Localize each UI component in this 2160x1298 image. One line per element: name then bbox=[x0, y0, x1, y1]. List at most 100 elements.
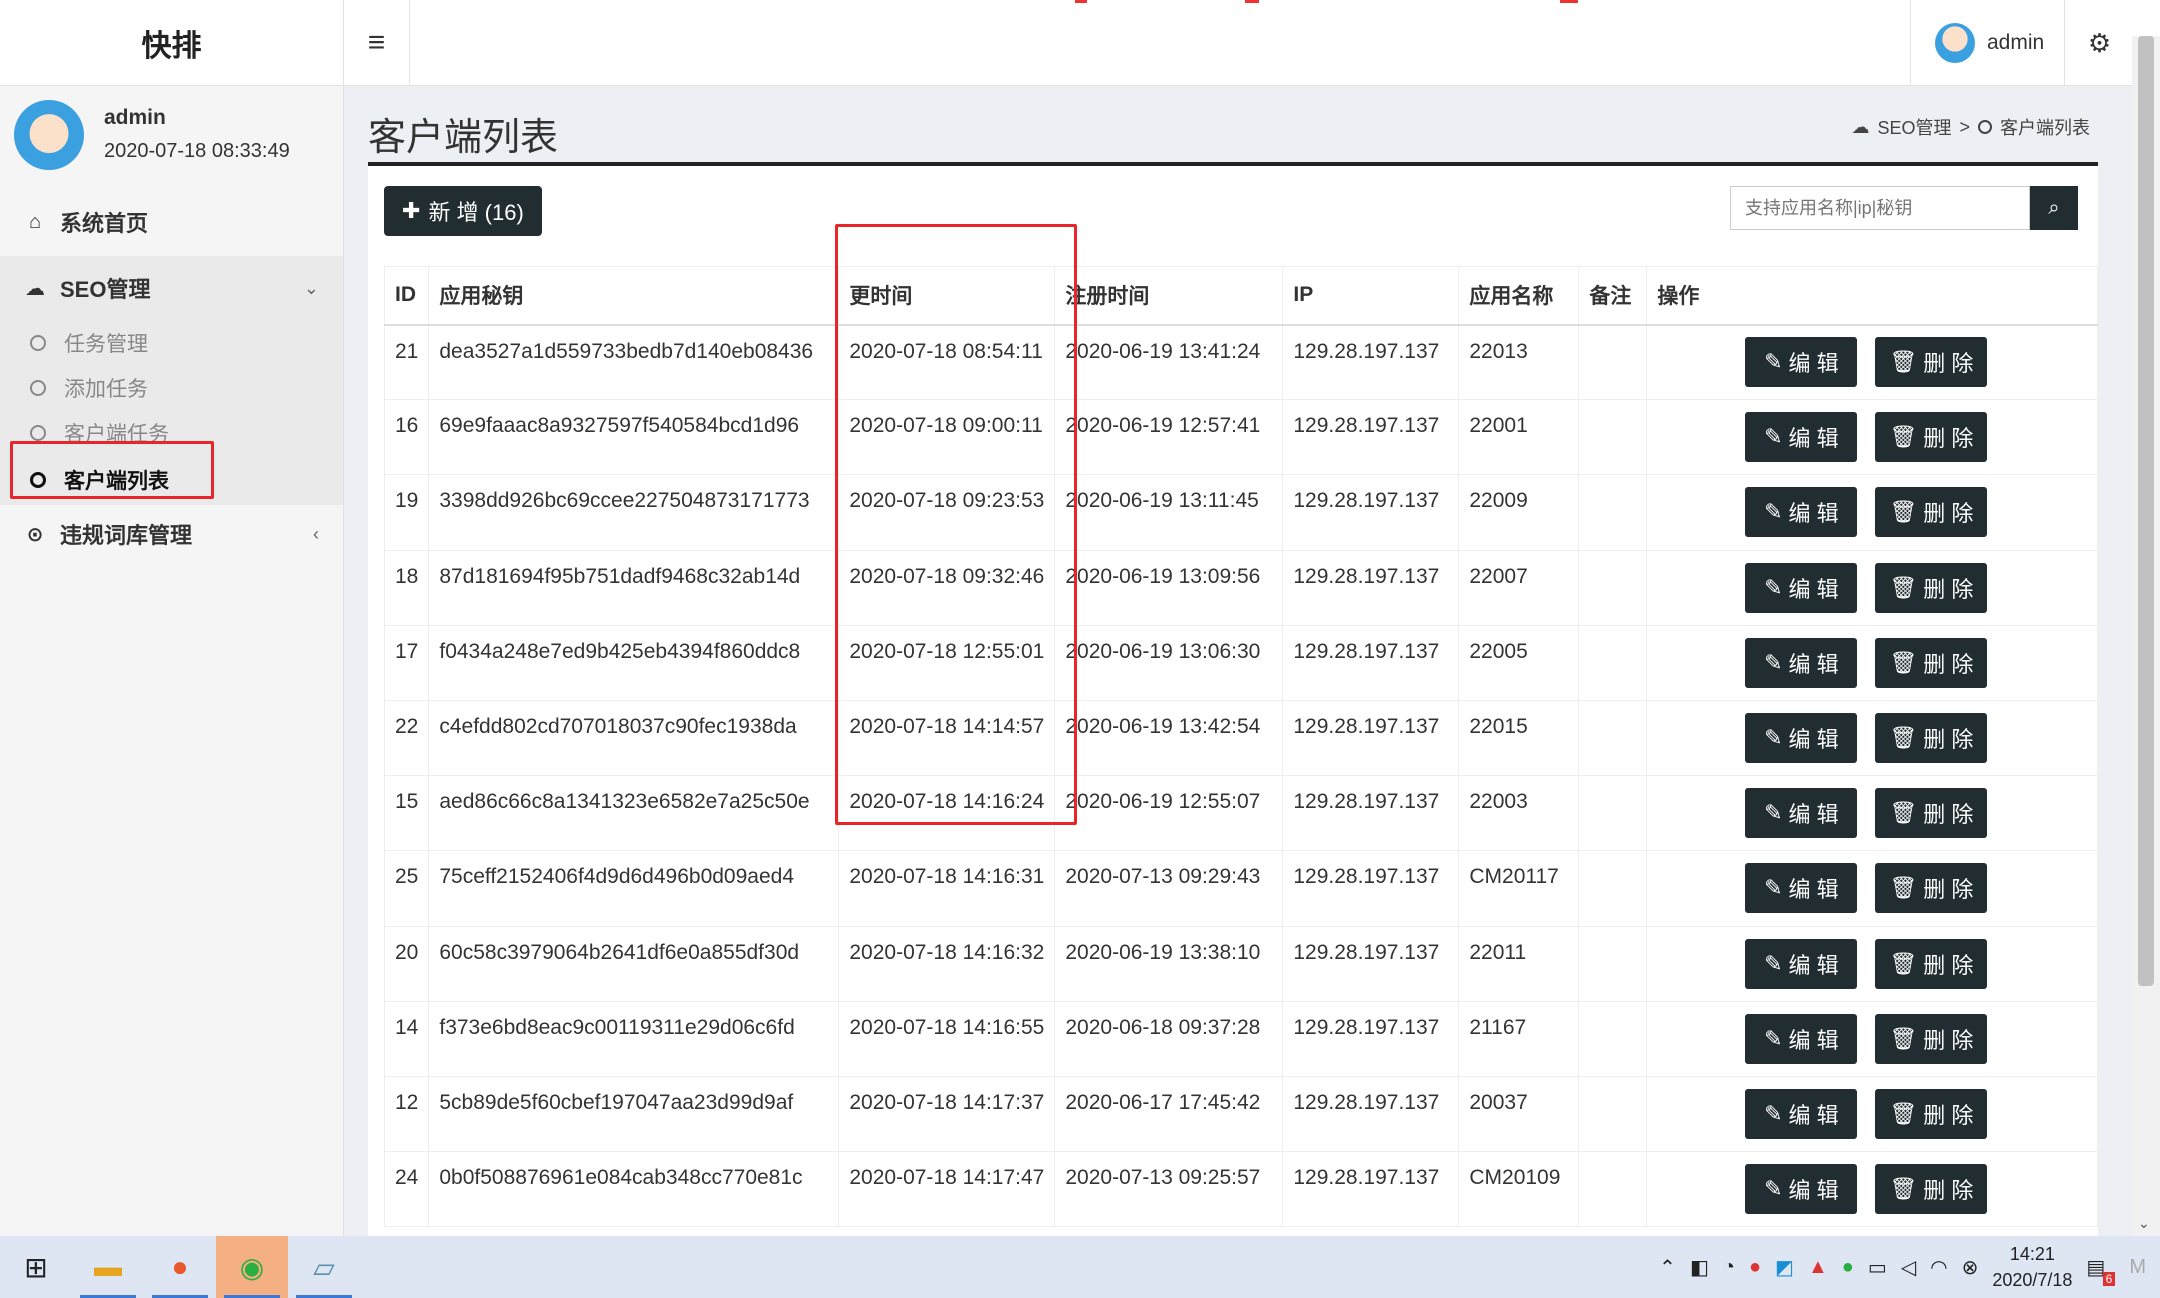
actions-wrap: ✎ 编 辑 🗑 删 除 bbox=[1657, 863, 2087, 914]
edit-button[interactable]: ✎ 编 辑 bbox=[1745, 1088, 1858, 1139]
avatar bbox=[14, 100, 84, 170]
trash-icon: 🗑 bbox=[1889, 875, 1918, 901]
app-logo[interactable]: 快排 bbox=[0, 0, 344, 86]
cell-actions: ✎ 编 辑 🗑 删 除 bbox=[1646, 474, 2098, 551]
qq-icon[interactable]: ● bbox=[1749, 1256, 1761, 1279]
cell-app-name: 22009 bbox=[1458, 474, 1580, 551]
edit-button[interactable]: ✎ 编 辑 bbox=[1745, 1013, 1858, 1064]
wechat-icon[interactable]: ◉ bbox=[216, 1236, 288, 1298]
edit-button-label: 编 辑 bbox=[1788, 426, 1839, 452]
trash-icon: 🗑 bbox=[1889, 800, 1918, 826]
sidebar-toggle-button[interactable]: ≡ bbox=[344, 0, 410, 86]
delete-button[interactable]: 🗑 删 除 bbox=[1875, 487, 1988, 538]
scroll-down-icon[interactable]: ⌄ bbox=[2138, 1215, 2150, 1232]
edit-button[interactable]: ✎ 编 辑 bbox=[1745, 637, 1858, 688]
bell-icon[interactable]: ◔ bbox=[1723, 1256, 1735, 1279]
edit-button[interactable]: ✎ 编 辑 bbox=[1745, 337, 1858, 388]
firefox-icon[interactable]: ● bbox=[144, 1236, 216, 1298]
search-button[interactable]: ⌕ bbox=[2030, 186, 2078, 230]
sync-icon[interactable]: ◩ bbox=[1775, 1255, 1794, 1280]
user-menu[interactable]: admin bbox=[1910, 0, 2064, 86]
battery-icon[interactable]: ▭ bbox=[1868, 1255, 1887, 1280]
delete-button[interactable]: 🗑 删 除 bbox=[1875, 713, 1988, 764]
notepad-icon[interactable]: ▱ bbox=[288, 1236, 360, 1298]
edit-button[interactable]: ✎ 编 辑 bbox=[1745, 412, 1858, 463]
delete-button-label: 删 除 bbox=[1923, 351, 1974, 377]
delete-button[interactable]: 🗑 删 除 bbox=[1875, 1164, 1988, 1215]
ime-icon[interactable]: M bbox=[2129, 1256, 2146, 1279]
delete-button[interactable]: 🗑 删 除 bbox=[1875, 1088, 1988, 1139]
clock[interactable]: 14:21 2020/7/18 bbox=[1992, 1241, 2072, 1293]
windows-start-icon[interactable]: ⊞ bbox=[0, 1236, 72, 1298]
cell-ip: 129.28.197.137 bbox=[1282, 699, 1460, 777]
file-explorer-icon[interactable]: ▬ bbox=[72, 1236, 144, 1298]
vertical-scrollbar[interactable]: ⌄ bbox=[2132, 36, 2160, 1236]
scrollbar-thumb[interactable] bbox=[2138, 36, 2154, 986]
edit-button-label: 编 辑 bbox=[1788, 802, 1839, 828]
trash-icon: 🗑 bbox=[1889, 950, 1918, 976]
breadcrumb-parent[interactable]: SEO管理 bbox=[1877, 114, 1951, 140]
delete-button[interactable]: 🗑 删 除 bbox=[1875, 562, 1988, 613]
delete-button[interactable]: 🗑 删 除 bbox=[1875, 788, 1988, 839]
edit-button[interactable]: ✎ 编 辑 bbox=[1745, 938, 1858, 989]
top-edge-mark bbox=[1560, 0, 1578, 3]
cell-remark bbox=[1578, 323, 1648, 401]
actions-wrap: ✎ 编 辑 🗑 删 除 bbox=[1657, 1088, 2087, 1139]
edit-button[interactable]: ✎ 编 辑 bbox=[1745, 788, 1858, 839]
sidebar-item-home[interactable]: ⌂ 系统首页 bbox=[0, 190, 343, 254]
cell-remark bbox=[1578, 699, 1648, 777]
cell-actions: ✎ 编 辑 🗑 删 除 bbox=[1646, 624, 2098, 701]
sidebar-subitem-add-task[interactable]: 添加任务 bbox=[0, 365, 343, 410]
content-box: ✚ 新 增 (16) ⌕ ID 应用秘钥 更时间 注册时间 IP 应用名称 备注… bbox=[368, 162, 2098, 1236]
edit-button[interactable]: ✎ 编 辑 bbox=[1745, 562, 1858, 613]
chevron-up-icon[interactable]: ⌃ bbox=[1659, 1255, 1676, 1280]
cell-register-time: 2020-06-19 13:11:45 bbox=[1054, 474, 1284, 551]
delete-button-label: 删 除 bbox=[1923, 501, 1974, 527]
edit-button[interactable]: ✎ 编 辑 bbox=[1745, 487, 1858, 538]
sidebar-item-seo[interactable]: ☁ SEO管理 ⌄ bbox=[0, 256, 343, 320]
settings-button[interactable]: ⚙ bbox=[2064, 0, 2134, 86]
cell-ip: 129.28.197.137 bbox=[1282, 1151, 1460, 1228]
breadcrumb-separator: > bbox=[1959, 116, 1970, 137]
table-row: 18 87d181694f95b751dadf9468c32ab14d 2020-0… bbox=[383, 549, 2098, 626]
cell-id: 18 bbox=[383, 549, 430, 626]
cell-app-key: 60c58c3979064b2641df6e0a855df30d bbox=[428, 925, 840, 1002]
sidebar-item-violation[interactable]: ⊙ 违规词库管理 ‹ bbox=[0, 505, 343, 563]
edit-button[interactable]: ✎ 编 辑 bbox=[1745, 863, 1858, 914]
pdf-icon[interactable]: ▲ bbox=[1808, 1256, 1828, 1279]
actions-wrap: ✎ 编 辑 🗑 删 除 bbox=[1657, 713, 2087, 764]
edit-icon: ✎ bbox=[1764, 349, 1783, 375]
delete-button[interactable]: 🗑 删 除 bbox=[1875, 412, 1988, 463]
edit-icon: ✎ bbox=[1764, 424, 1783, 450]
close-circle-icon[interactable]: ⊗ bbox=[1962, 1255, 1979, 1280]
cell-app-name: 22015 bbox=[1458, 699, 1580, 777]
sidebar-subitem-task-manage[interactable]: 任务管理 bbox=[0, 320, 343, 365]
edit-button[interactable]: ✎ 编 辑 bbox=[1745, 1164, 1858, 1215]
edit-button-label: 编 辑 bbox=[1788, 351, 1839, 377]
cell-id: 22 bbox=[383, 699, 430, 777]
edit-icon: ✎ bbox=[1764, 725, 1783, 751]
edit-button[interactable]: ✎ 编 辑 bbox=[1745, 713, 1858, 764]
edit-icon: ✎ bbox=[1764, 875, 1783, 901]
volume-icon[interactable]: ◁ bbox=[1901, 1255, 1916, 1280]
client-table: ID 应用秘钥 更时间 注册时间 IP 应用名称 备注 操作 21 dea3527… bbox=[383, 266, 2098, 1228]
delete-button[interactable]: 🗑 删 除 bbox=[1875, 637, 1988, 688]
wifi-icon[interactable]: ◠ bbox=[1930, 1255, 1947, 1280]
trash-icon: 🗑 bbox=[1889, 499, 1918, 525]
delete-button[interactable]: 🗑 删 除 bbox=[1875, 863, 1988, 914]
cell-id: 17 bbox=[383, 624, 430, 701]
tray-app-icon[interactable]: ◧ bbox=[1690, 1255, 1709, 1280]
sidebar-subitem-label: 添加任务 bbox=[64, 377, 148, 401]
search-input[interactable] bbox=[1730, 186, 2030, 230]
cell-ip: 129.28.197.137 bbox=[1282, 399, 1460, 476]
wechat-tray-icon[interactable]: ● bbox=[1842, 1256, 1854, 1279]
actions-wrap: ✎ 编 辑 🗑 删 除 bbox=[1657, 337, 2087, 388]
hamburger-icon: ≡ bbox=[367, 26, 386, 59]
system-tray: ⌃ ◧ ◔ ● ◩ ▲ ● ▭ ◁ ◠ ⊗ 14:21 2020/7/18 ▤ 6… bbox=[1659, 1236, 2160, 1298]
add-button[interactable]: ✚ 新 增 (16) bbox=[384, 186, 542, 236]
delete-button[interactable]: 🗑 删 除 bbox=[1875, 1013, 1988, 1064]
notification-icon[interactable]: ▤ 6 bbox=[2086, 1255, 2116, 1286]
delete-button[interactable]: 🗑 删 除 bbox=[1875, 938, 1988, 989]
cell-app-name: CM20117 bbox=[1458, 850, 1580, 927]
delete-button[interactable]: 🗑 删 除 bbox=[1875, 337, 1988, 388]
